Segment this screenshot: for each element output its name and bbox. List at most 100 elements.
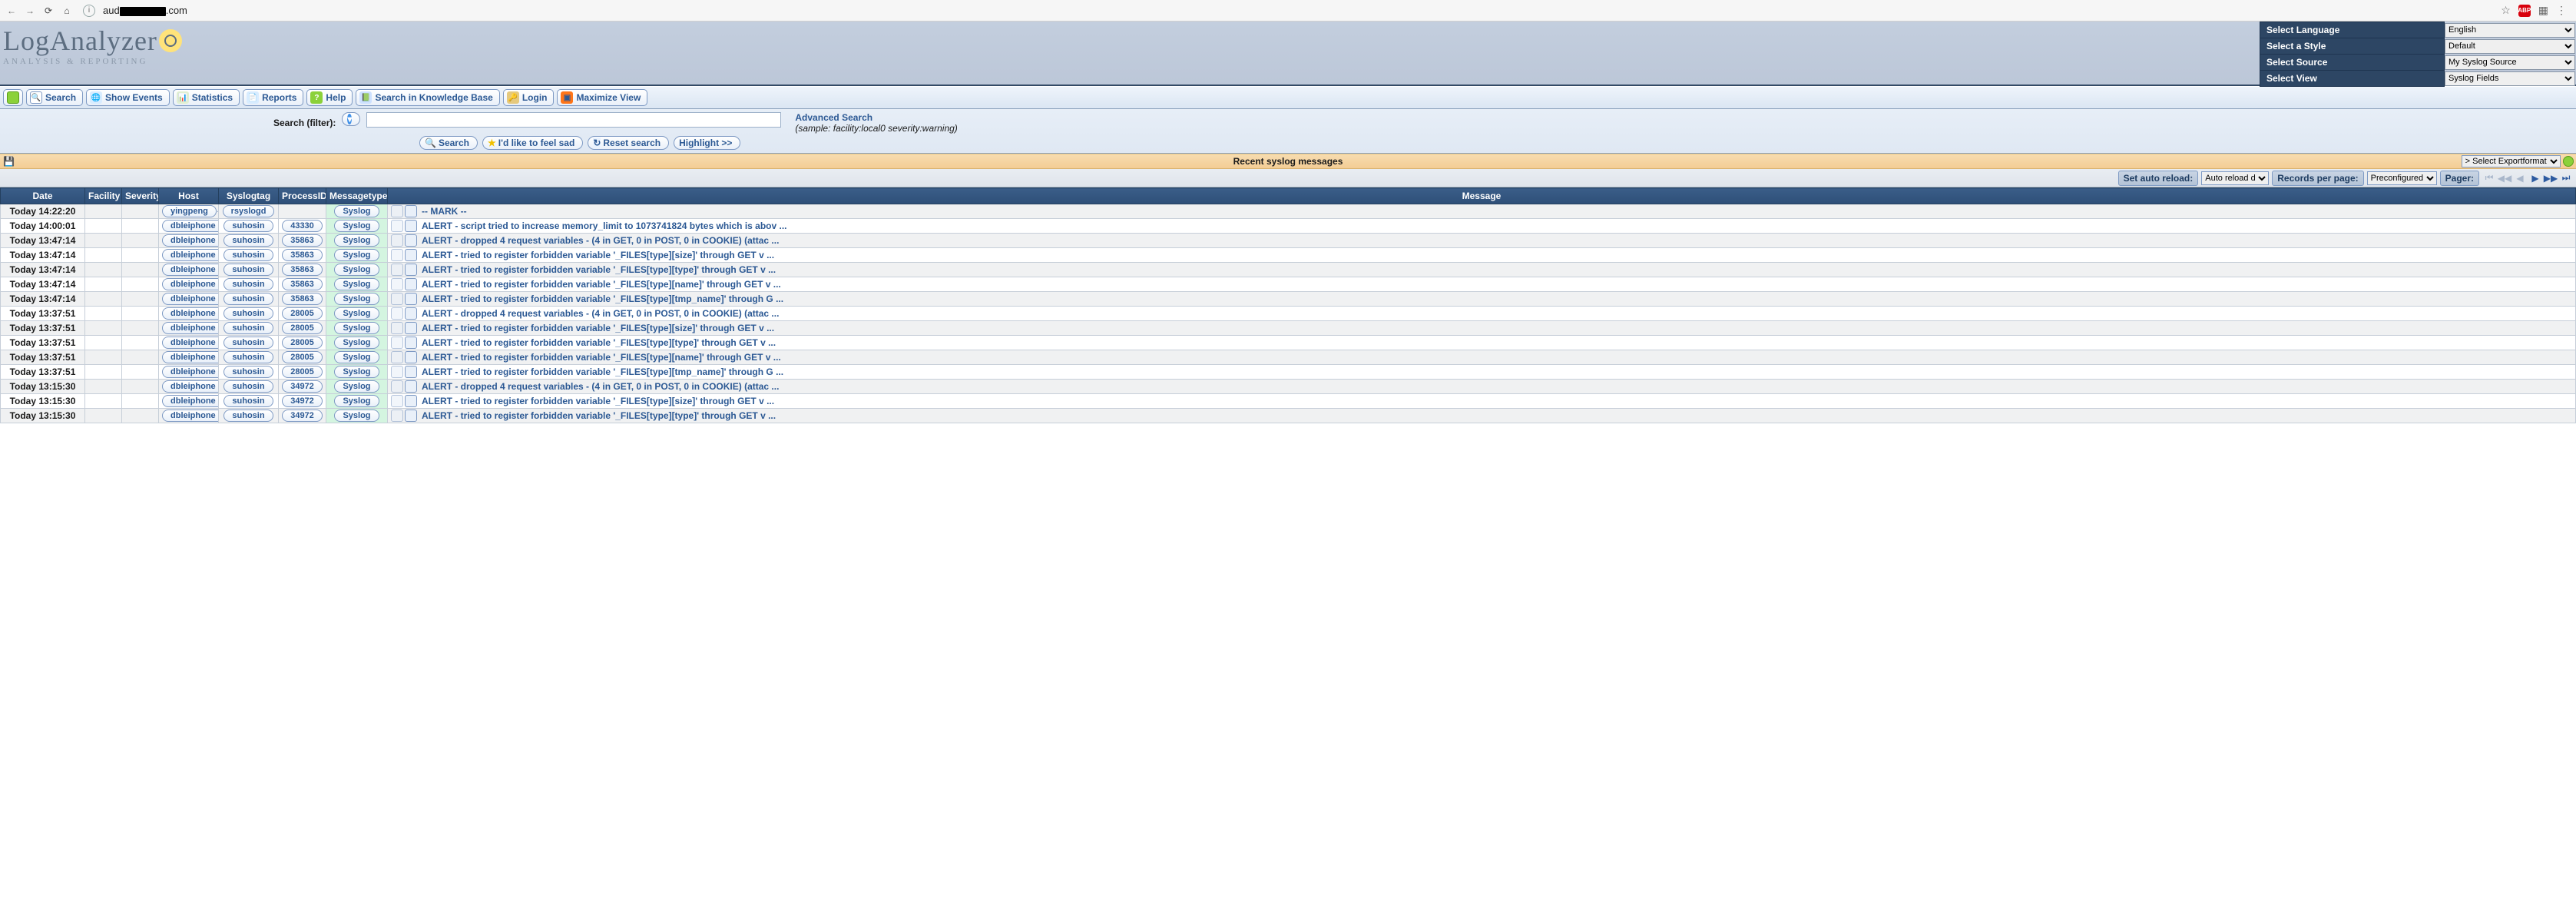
search-button[interactable]: 🔍Search xyxy=(26,89,83,106)
message-link[interactable]: ALERT - tried to register forbidden vari… xyxy=(422,366,783,377)
msg-action-1-icon[interactable] xyxy=(391,395,403,407)
pid-chip[interactable]: 35863 xyxy=(282,249,323,261)
msgtype-chip[interactable]: Syslog xyxy=(334,351,379,363)
msg-action-2-icon[interactable] xyxy=(405,395,417,407)
tag-chip[interactable]: suhosin xyxy=(223,278,273,290)
host-chip[interactable]: dbleiphone xyxy=(162,395,219,407)
col-header-severity[interactable]: Severity xyxy=(122,188,159,204)
tag-chip[interactable]: suhosin xyxy=(223,351,273,363)
message-link[interactable]: ALERT - tried to register forbidden vari… xyxy=(422,250,774,260)
host-chip[interactable]: dbleiphone xyxy=(162,307,219,320)
do-search-button[interactable]: 🔍Search xyxy=(419,136,478,150)
msgtype-chip[interactable]: Syslog xyxy=(334,395,379,407)
tag-chip[interactable]: suhosin xyxy=(223,410,273,422)
pager-fwd-icon[interactable]: ▶ xyxy=(2528,171,2542,185)
address-text[interactable]: aud.com xyxy=(103,5,187,16)
export-format-select[interactable]: > Select Exportformat xyxy=(2462,155,2561,167)
home-icon[interactable]: ⌂ xyxy=(60,4,74,18)
header-select-0[interactable]: English xyxy=(2445,23,2575,38)
tag-chip[interactable]: rsyslogd xyxy=(223,205,275,217)
msgtype-chip[interactable]: Syslog xyxy=(334,249,379,261)
msg-action-2-icon[interactable] xyxy=(405,410,417,422)
msgtype-chip[interactable]: Syslog xyxy=(334,322,379,334)
message-link[interactable]: ALERT - tried to register forbidden vari… xyxy=(422,279,781,290)
msg-action-1-icon[interactable] xyxy=(391,410,403,422)
feel-sad-button[interactable]: ★I'd like to feel sad xyxy=(482,136,583,150)
tag-chip[interactable]: suhosin xyxy=(223,366,273,378)
host-chip[interactable]: dbleiphone xyxy=(162,380,219,393)
message-link[interactable]: ALERT - dropped 4 request variables - (4… xyxy=(422,381,779,392)
msgtype-chip[interactable]: Syslog xyxy=(334,307,379,320)
show-events-button[interactable]: 🌐Show Events xyxy=(86,89,170,106)
col-header-syslogtag[interactable]: Syslogtag xyxy=(219,188,279,204)
msg-action-1-icon[interactable] xyxy=(391,322,403,334)
records-label[interactable]: Records per page: xyxy=(2272,171,2363,186)
reports-button[interactable]: 📄Reports xyxy=(243,89,303,106)
message-link[interactable]: ALERT - tried to register forbidden vari… xyxy=(422,323,774,333)
message-link[interactable]: ALERT - tried to register forbidden vari… xyxy=(422,264,776,275)
message-link[interactable]: ALERT - dropped 4 request variables - (4… xyxy=(422,235,779,246)
host-chip[interactable]: dbleiphone xyxy=(162,410,219,422)
header-select-1[interactable]: Default xyxy=(2445,39,2575,54)
pid-chip[interactable]: 28005 xyxy=(282,322,323,334)
pid-chip[interactable]: 28005 xyxy=(282,366,323,378)
msg-action-2-icon[interactable] xyxy=(405,337,417,349)
msg-action-2-icon[interactable] xyxy=(405,234,417,247)
help-button[interactable]: ?Help xyxy=(306,89,353,106)
msgtype-chip[interactable]: Syslog xyxy=(334,205,379,217)
host-chip[interactable]: dbleiphone xyxy=(162,337,219,349)
host-chip[interactable]: dbleiphone xyxy=(162,293,219,305)
msg-action-2-icon[interactable] xyxy=(405,307,417,320)
auto-reload-select[interactable]: Auto reload d xyxy=(2201,171,2269,185)
pid-chip[interactable]: 35863 xyxy=(282,264,323,276)
pager-last-icon[interactable]: ⏭ xyxy=(2559,171,2573,185)
pid-chip[interactable]: 28005 xyxy=(282,337,323,349)
filter-input[interactable] xyxy=(366,112,781,128)
msgtype-chip[interactable]: Syslog xyxy=(334,264,379,276)
app-logo[interactable]: LogAnalyzer ANALYSIS & REPORTING xyxy=(0,22,182,66)
extension-icon[interactable]: ▦ xyxy=(2538,4,2548,17)
tag-chip[interactable]: suhosin xyxy=(223,395,273,407)
kb-button[interactable]: 📗Search in Knowledge Base xyxy=(356,89,499,106)
msg-action-1-icon[interactable] xyxy=(391,220,403,232)
pid-chip[interactable]: 43330 xyxy=(282,220,323,232)
msgtype-chip[interactable]: Syslog xyxy=(334,366,379,378)
msg-action-2-icon[interactable] xyxy=(405,351,417,363)
tag-chip[interactable]: suhosin xyxy=(223,307,273,320)
msg-action-1-icon[interactable] xyxy=(391,278,403,290)
msg-action-1-icon[interactable] xyxy=(391,351,403,363)
col-header-messagetype[interactable]: Messagetype xyxy=(326,188,388,204)
msg-action-2-icon[interactable] xyxy=(405,322,417,334)
tag-chip[interactable]: suhosin xyxy=(223,220,273,232)
adblock-icon[interactable]: ABP xyxy=(2518,5,2531,17)
msg-action-2-icon[interactable] xyxy=(405,264,417,276)
msg-action-1-icon[interactable] xyxy=(391,307,403,320)
pid-chip[interactable]: 35863 xyxy=(282,234,323,247)
status-button[interactable] xyxy=(3,89,23,106)
host-chip[interactable]: dbleiphone xyxy=(162,351,219,363)
msgtype-chip[interactable]: Syslog xyxy=(334,293,379,305)
auto-reload-label[interactable]: Set auto reload: xyxy=(2118,171,2199,186)
msg-action-2-icon[interactable] xyxy=(405,205,417,217)
tag-chip[interactable]: suhosin xyxy=(223,293,273,305)
msg-action-2-icon[interactable] xyxy=(405,380,417,393)
col-header-processid[interactable]: ProcessID xyxy=(279,188,326,204)
tag-chip[interactable]: suhosin xyxy=(223,380,273,393)
msg-action-2-icon[interactable] xyxy=(405,249,417,261)
host-chip[interactable]: dbleiphone xyxy=(162,278,219,290)
message-link[interactable]: ALERT - script tried to increase memory_… xyxy=(422,221,787,231)
col-header-facility[interactable]: Facility xyxy=(85,188,122,204)
back-icon[interactable]: ← xyxy=(5,4,18,18)
msgtype-chip[interactable]: Syslog xyxy=(334,337,379,349)
msgtype-chip[interactable]: Syslog xyxy=(334,380,379,393)
export-go-icon[interactable] xyxy=(2563,156,2574,167)
msg-action-2-icon[interactable] xyxy=(405,220,417,232)
message-link[interactable]: ALERT - tried to register forbidden vari… xyxy=(422,293,783,304)
host-chip[interactable]: dbleiphone xyxy=(162,234,219,247)
message-link[interactable]: ALERT - tried to register forbidden vari… xyxy=(422,337,776,348)
col-header-date[interactable]: Date xyxy=(1,188,85,204)
highlight-button[interactable]: Highlight >> xyxy=(674,136,740,150)
pid-chip[interactable]: 34972 xyxy=(282,395,323,407)
login-button[interactable]: 🔑Login xyxy=(503,89,555,106)
pid-chip[interactable]: 34972 xyxy=(282,410,323,422)
